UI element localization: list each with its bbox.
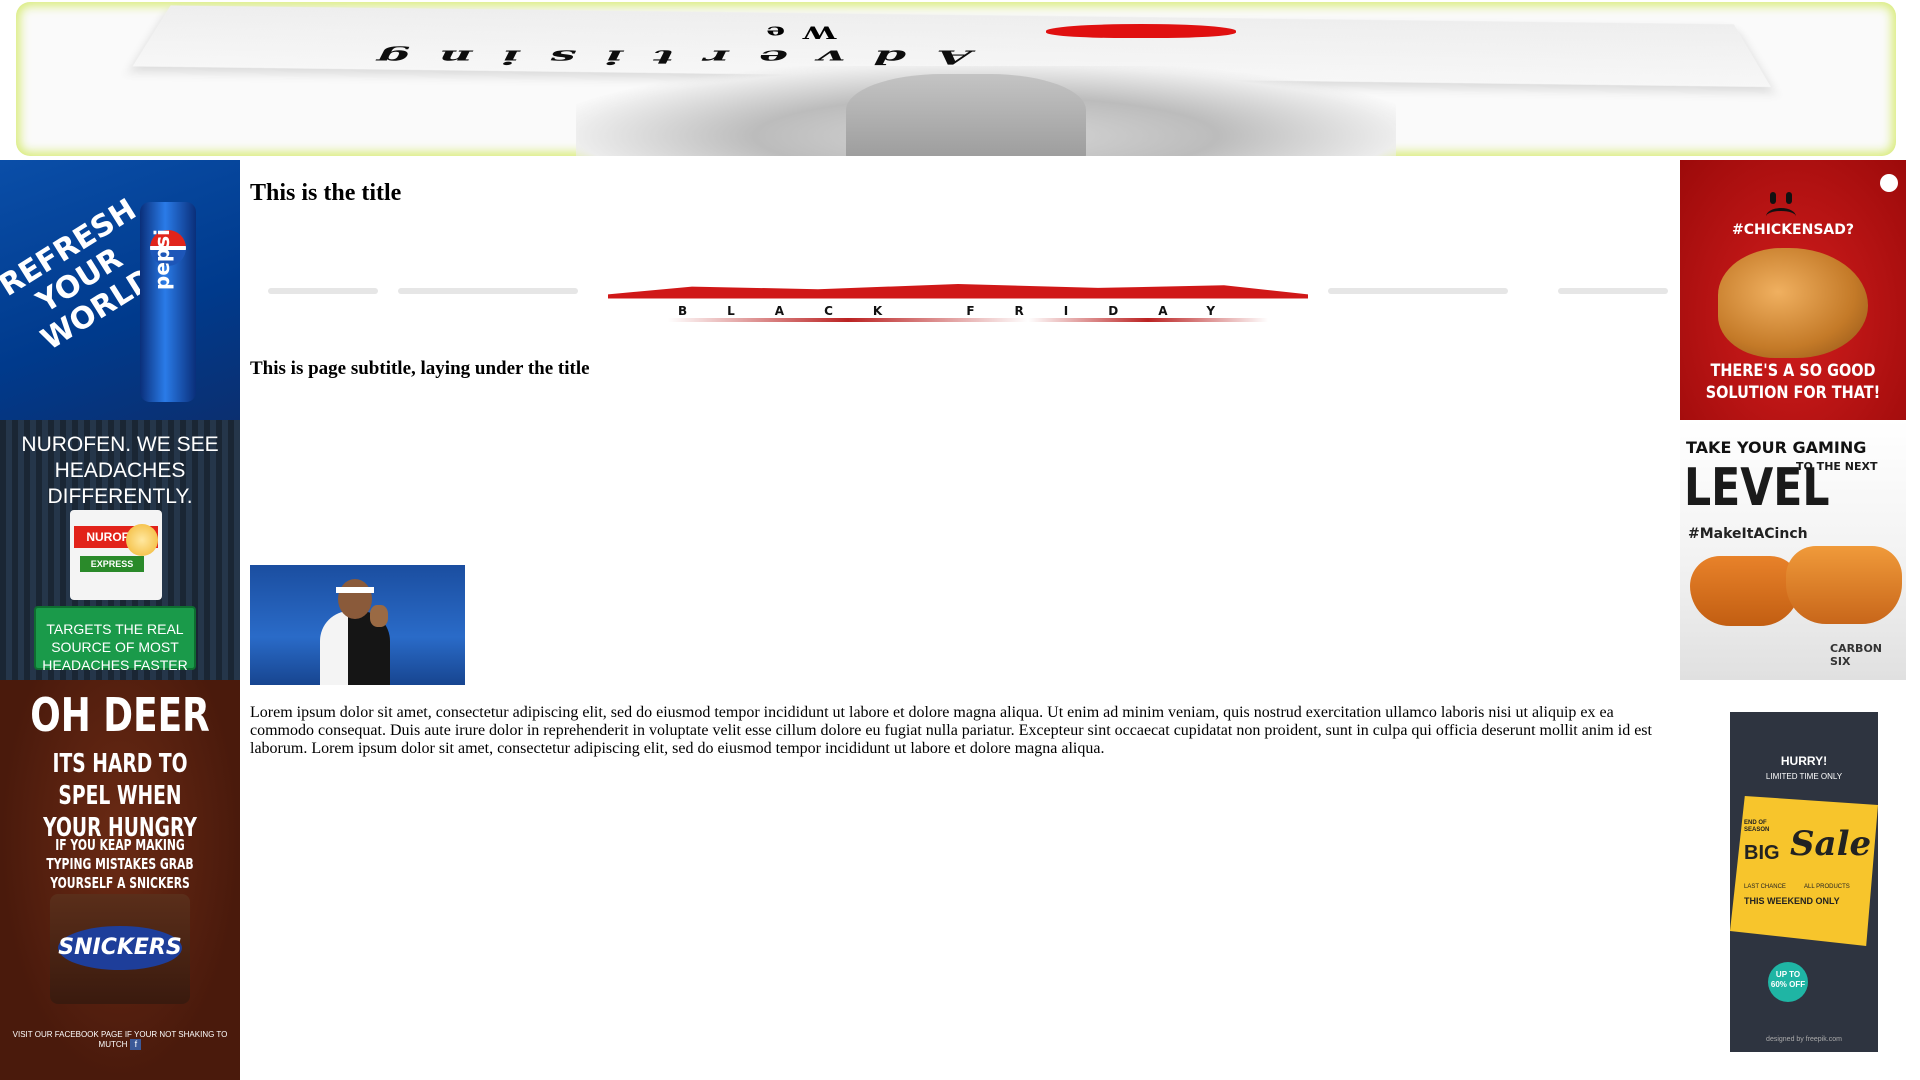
snickers-footer-text: VISIT OUR FACEBOOK PAGE IF YOUR NOT SHAK… <box>12 1030 228 1049</box>
promo-faint-text <box>268 288 378 294</box>
banner-figure <box>846 74 1086 156</box>
promo-faint-text <box>1328 288 1508 294</box>
sad-face-icon <box>1758 170 1804 211</box>
player-headband <box>336 587 374 593</box>
left-eye <box>1770 192 1776 204</box>
top-banner-ad[interactable]: We Advertising <box>16 2 1896 156</box>
snickers-footer: VISIT OUR FACEBOOK PAGE IF YOUR NOT SHAK… <box>0 1030 240 1050</box>
facebook-icon[interactable]: f <box>130 1039 142 1050</box>
page-subtitle: This is page subtitle, laying under the … <box>250 358 590 379</box>
sale-word: Sale <box>1790 824 1872 864</box>
kfc-hashtag: #CHICKENSAD? <box>1732 222 1854 238</box>
sale-ad[interactable]: HURRY! LIMITED TIME ONLY END OF SEASON B… <box>1730 712 1878 1052</box>
promo-faint-text <box>1558 288 1668 294</box>
banner-advertising-text: Advertising <box>340 45 978 69</box>
gaming-next: TO THE NEXT <box>1796 460 1878 473</box>
controller-icon <box>1786 546 1902 624</box>
nurofen-ad[interactable]: NUROFEN. WE SEE HEADACHES DIFFERENTLY. N… <box>0 420 240 680</box>
nurofen-variant: EXPRESS <box>80 556 144 572</box>
player-head <box>338 579 372 619</box>
promo-fine-print <box>668 318 1268 322</box>
player-fist <box>370 605 388 627</box>
sale-hurry: HURRY! <box>1780 754 1828 768</box>
kfc-tagline: THERE'S A SO GOOD SOLUTION FOR THAT! <box>1705 361 1881 403</box>
sale-weekend: THIS WEEKEND ONLY <box>1744 896 1840 906</box>
snickers-headline: OH DEER <box>30 688 210 742</box>
sale-end-of-season: END OF SEASON <box>1744 820 1770 833</box>
sale-limited: LIMITED TIME ONLY <box>1765 772 1843 781</box>
gaming-take: TAKE YOUR GAMING <box>1686 438 1867 457</box>
nurofen-cta[interactable]: TARGETS THE REAL SOURCE OF MOST HEADACHE… <box>34 606 196 673</box>
gaming-hashtag: #MakeItACinch <box>1688 526 1808 542</box>
controller-icon <box>1690 556 1800 626</box>
pepsi-ad[interactable]: REFRESH YOUR WORLD pepsi <box>0 160 240 420</box>
right-eye <box>1786 192 1792 204</box>
sale-big: BIG <box>1744 842 1780 864</box>
black-friday-promo-ad[interactable]: BLACK FRIDAY <box>268 266 1668 326</box>
promo-faint-text <box>398 288 578 294</box>
gaming-product: CARBON SIX <box>1830 642 1882 668</box>
heart-icon <box>1046 24 1236 38</box>
kfc-ad[interactable]: #CHICKENSAD? THERE'S A SO GOOD SOLUTION … <box>1680 160 1906 420</box>
pill-icon <box>126 524 158 556</box>
page-title: This is the title <box>250 180 402 206</box>
banner-we-text: We <box>746 21 837 42</box>
sale-last-chance: LAST CHANCE <box>1744 884 1786 890</box>
kfc-logo-icon <box>1880 174 1898 192</box>
snickers-subhead: ITS HARD TO SPEL WHEN YOUR HUNGRY <box>43 749 197 843</box>
sale-ribbon <box>1730 796 1878 946</box>
sale-discount-badge: UP TO 60% OFF <box>1768 962 1808 1002</box>
snickers-logo: SNICKERS <box>58 926 182 970</box>
nurofen-headline: NUROFEN. WE SEE HEADACHES DIFFERENTLY. <box>21 433 219 508</box>
body-paragraph: Lorem ipsum dolor sit amet, consectetur … <box>250 704 1652 757</box>
pepsi-can-label: pepsi <box>150 229 174 290</box>
snickers-ad[interactable]: OH DEER ITS HARD TO SPEL WHEN YOUR HUNGR… <box>0 680 240 1080</box>
tennis-player-photo <box>250 565 465 685</box>
nurofen-box: NUROFEN EXPRESS <box>70 510 162 600</box>
sale-credit: designed by freepik.com <box>1766 1036 1842 1043</box>
gaming-ad[interactable]: TAKE YOUR GAMING LEVEL TO THE NEXT #Make… <box>1680 420 1906 680</box>
promo-black-friday: BLACK FRIDAY <box>678 304 1256 318</box>
chicken-leg-image <box>1718 248 1868 358</box>
sale-all-products: ALL PRODUCTS <box>1804 884 1850 890</box>
